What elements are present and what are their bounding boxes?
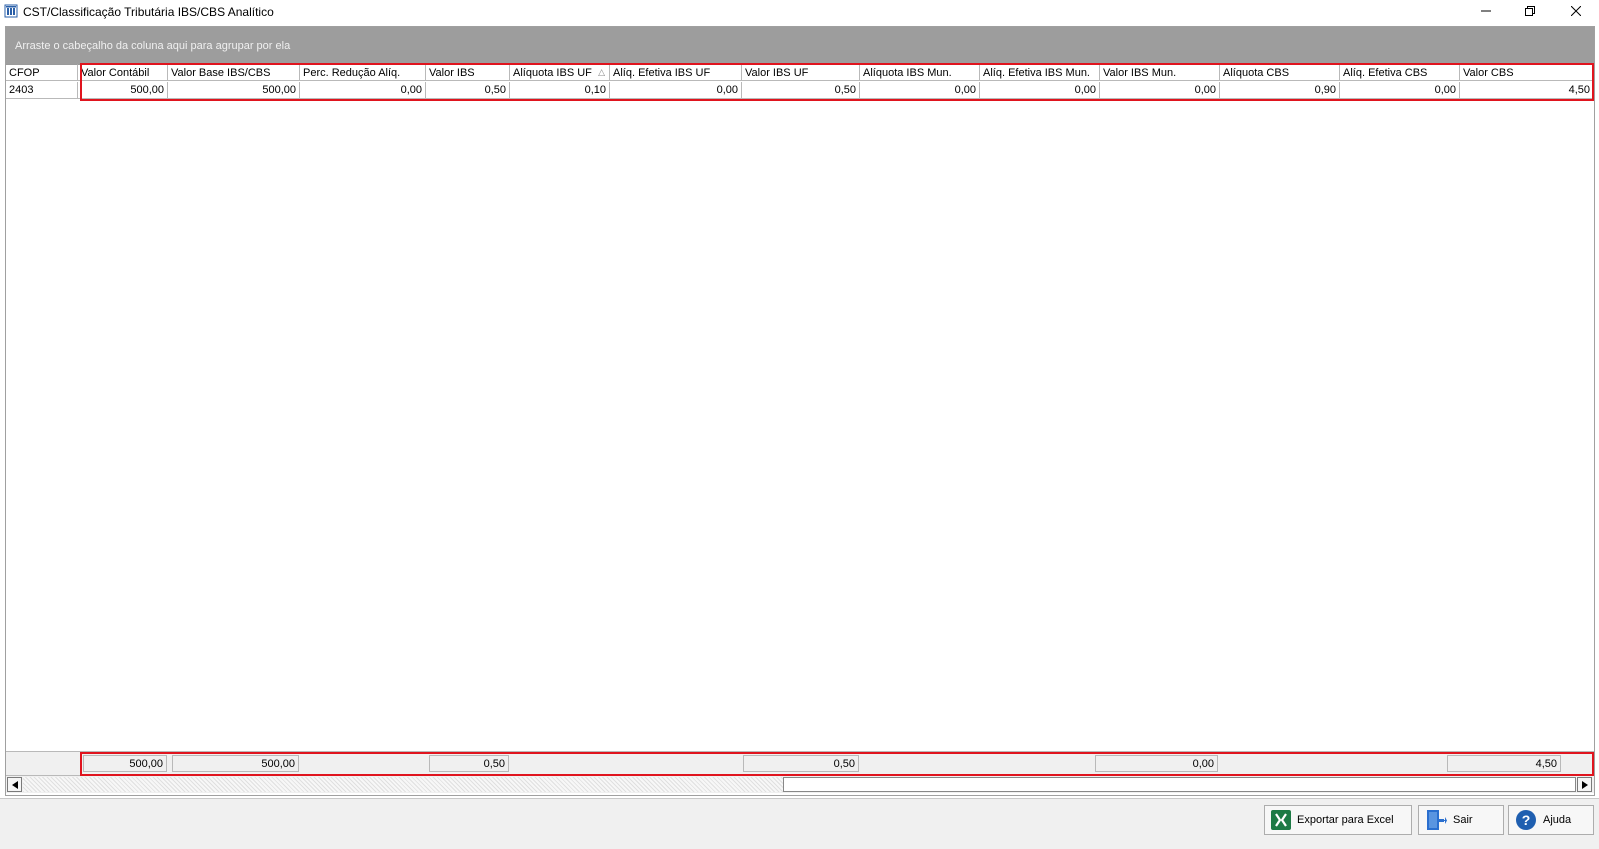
scrollbar-thumb[interactable] <box>783 777 1576 792</box>
column-header-valor-ibs[interactable]: Valor IBS <box>426 64 510 81</box>
scrollbar-track[interactable] <box>23 777 783 792</box>
close-icon <box>1571 6 1581 16</box>
table-cell[interactable]: 0,00 <box>1100 82 1220 99</box>
app-icon <box>4 4 18 18</box>
caret-right-icon <box>1581 780 1588 789</box>
column-header-aliq-efetiva-ibs-mun[interactable]: Alíq. Efetiva IBS Mun. <box>980 64 1100 81</box>
caret-left-icon <box>11 780 18 789</box>
table-cell[interactable]: 0,00 <box>1340 82 1460 99</box>
column-header-cfop[interactable]: CFOP <box>6 64 78 81</box>
restore-icon <box>1525 6 1535 16</box>
table-cell[interactable]: 0,50 <box>742 82 860 99</box>
table-cell[interactable]: 2403 <box>6 82 78 99</box>
export-excel-label: Exportar para Excel <box>1297 814 1394 826</box>
table-cell[interactable]: 0,50 <box>426 82 510 99</box>
column-header-valor-ibs-mun[interactable]: Valor IBS Mun. <box>1100 64 1220 81</box>
bottom-toolbar: Exportar para Excel Sair ? Ajuda <box>0 798 1599 849</box>
group-by-panel[interactable]: Arraste o cabeçalho da coluna aqui para … <box>6 27 1594 64</box>
scroll-left-button[interactable] <box>7 777 22 792</box>
sair-label: Sair <box>1453 814 1473 826</box>
total-valor-base: 500,00 <box>172 755 299 772</box>
table-cell[interactable]: 0,00 <box>300 82 426 99</box>
restore-button[interactable] <box>1507 0 1553 22</box>
minimize-button[interactable] <box>1463 0 1509 22</box>
column-header-label: Alíquota IBS UF <box>513 67 592 79</box>
column-header-aliq-efetiva-cbs[interactable]: Alíq. Efetiva CBS <box>1340 64 1460 81</box>
ajuda-button[interactable]: ? Ajuda <box>1508 805 1594 835</box>
table-cell[interactable]: 0,00 <box>860 82 980 99</box>
table-cell[interactable]: 4,50 <box>1460 82 1594 99</box>
column-header-perc-reducao[interactable]: Perc. Redução Alíq. <box>300 64 426 81</box>
table-cell[interactable]: 500,00 <box>168 82 300 99</box>
total-valor-cbs: 4,50 <box>1447 755 1561 772</box>
grid-footer-totals: 500,00 500,00 0,50 0,50 0,00 4,50 <box>6 751 1594 775</box>
excel-icon <box>1271 810 1291 830</box>
help-icon: ? <box>1516 810 1536 830</box>
window-title: CST/Classificação Tributária IBS/CBS Ana… <box>23 5 274 19</box>
total-valor-ibs-mun: 0,00 <box>1095 755 1218 772</box>
column-header-valor-cbs[interactable]: Valor CBS <box>1460 64 1594 81</box>
column-header-aliquota-ibs-mun[interactable]: Alíquota IBS Mun. <box>860 64 980 81</box>
table-cell[interactable]: 0,00 <box>610 82 742 99</box>
column-header-aliquota-ibs-uf[interactable]: Alíquota IBS UF △ <box>510 64 610 81</box>
table-cell[interactable]: 0,90 <box>1220 82 1340 99</box>
column-header-aliquota-cbs[interactable]: Alíquota CBS <box>1220 64 1340 81</box>
total-valor-ibs-uf: 0,50 <box>743 755 859 772</box>
sair-button[interactable]: Sair <box>1418 805 1504 835</box>
minimize-icon <box>1481 10 1491 12</box>
horizontal-scrollbar[interactable] <box>6 775 1594 793</box>
export-excel-button[interactable]: Exportar para Excel <box>1264 805 1412 835</box>
total-valor-ibs: 0,50 <box>429 755 509 772</box>
ajuda-label: Ajuda <box>1543 814 1572 826</box>
data-grid: Arraste o cabeçalho da coluna aqui para … <box>5 26 1595 796</box>
column-header-aliq-efetiva-ibs-uf[interactable]: Alíq. Efetiva IBS UF <box>610 64 742 81</box>
table-cell[interactable]: 0,10 <box>510 82 610 99</box>
column-header-valor-base[interactable]: Valor Base IBS/CBS <box>168 64 300 81</box>
exit-door-icon <box>1427 810 1447 830</box>
column-header-valor-contabil[interactable]: Valor Contábil <box>78 64 168 81</box>
title-bar: CST/Classificação Tributária IBS/CBS Ana… <box>0 0 1599 24</box>
svg-text:?: ? <box>1522 812 1531 828</box>
scroll-right-button[interactable] <box>1577 777 1592 792</box>
table-cell[interactable]: 500,00 <box>78 82 168 99</box>
close-button[interactable] <box>1553 0 1599 22</box>
table-cell[interactable]: 0,00 <box>980 82 1100 99</box>
sort-ascending-icon: △ <box>598 67 605 77</box>
total-valor-contabil: 500,00 <box>83 755 167 772</box>
column-header-valor-ibs-uf[interactable]: Valor IBS UF <box>742 64 860 81</box>
